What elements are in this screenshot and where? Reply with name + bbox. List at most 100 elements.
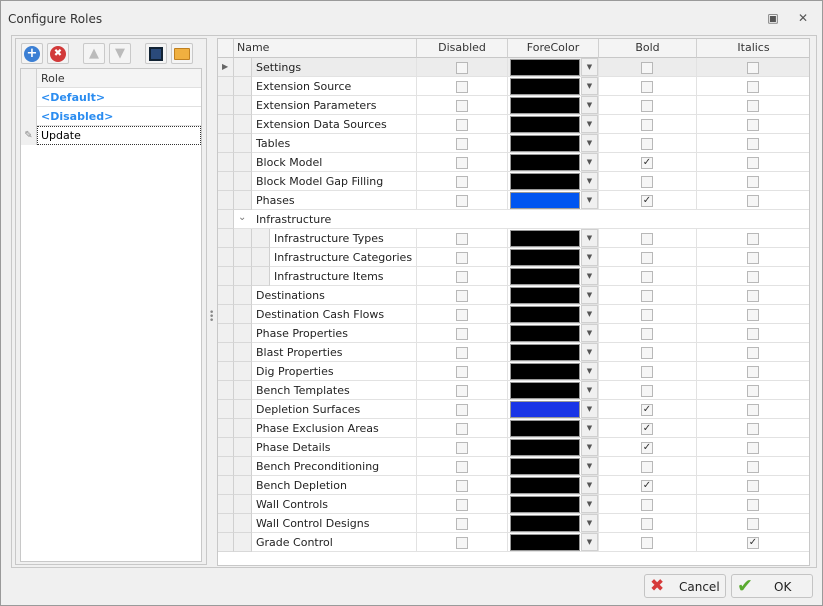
disabled-checkbox[interactable]: [456, 423, 468, 435]
grid-row[interactable]: Blast Properties ▼: [218, 343, 809, 362]
dropdown-arrow-icon[interactable]: ▼: [581, 514, 598, 532]
italics-checkbox[interactable]: [747, 423, 759, 435]
italics-checkbox[interactable]: [747, 252, 759, 264]
row-indicator[interactable]: [218, 400, 234, 419]
name-cell[interactable]: Tables: [252, 134, 417, 153]
forecolor-cell[interactable]: ▼: [508, 248, 599, 267]
bold-checkbox[interactable]: ✓: [641, 442, 653, 454]
forecolor-cell[interactable]: ▼: [508, 438, 599, 457]
color-swatch[interactable]: [510, 515, 580, 532]
bold-checkbox[interactable]: [641, 233, 653, 245]
grid-row[interactable]: Dig Properties ▼: [218, 362, 809, 381]
italics-checkbox[interactable]: [747, 347, 759, 359]
bold-checkbox[interactable]: [641, 309, 653, 321]
restore-icon[interactable]: ▣: [765, 10, 781, 26]
name-cell[interactable]: Bench Depletion: [252, 476, 417, 495]
disabled-checkbox[interactable]: [456, 290, 468, 302]
grid-row[interactable]: Phase Properties ▼: [218, 324, 809, 343]
grid-row[interactable]: Phase Exclusion Areas ▼ ✓: [218, 419, 809, 438]
color-swatch[interactable]: [510, 97, 580, 114]
italics-checkbox[interactable]: [747, 385, 759, 397]
forecolor-cell[interactable]: ▼: [508, 514, 599, 533]
bold-checkbox[interactable]: [641, 176, 653, 188]
italics-checkbox[interactable]: [747, 81, 759, 93]
grid-row[interactable]: Wall Control Designs ▼: [218, 514, 809, 533]
color-swatch[interactable]: [510, 287, 580, 304]
bold-checkbox[interactable]: [641, 100, 653, 112]
dropdown-arrow-icon[interactable]: ▼: [581, 229, 598, 247]
forecolor-cell[interactable]: ▼: [508, 362, 599, 381]
row-indicator[interactable]: [218, 495, 234, 514]
italics-checkbox[interactable]: [747, 366, 759, 378]
grid-row[interactable]: Block Model ▼ ✓: [218, 153, 809, 172]
grid-row[interactable]: Wall Controls ▼: [218, 495, 809, 514]
role-row[interactable]: <Disabled>: [21, 107, 201, 126]
row-indicator[interactable]: [218, 305, 234, 324]
name-cell[interactable]: Destination Cash Flows: [252, 305, 417, 324]
ok-button[interactable]: ✔ OK: [731, 574, 813, 598]
dropdown-arrow-icon[interactable]: ▼: [581, 533, 598, 551]
bold-checkbox[interactable]: ✓: [641, 480, 653, 492]
grid-row[interactable]: Block Model Gap Filling ▼: [218, 172, 809, 191]
disabled-checkbox[interactable]: [456, 499, 468, 511]
forecolor-cell[interactable]: ▼: [508, 115, 599, 134]
name-cell[interactable]: Extension Source: [252, 77, 417, 96]
row-indicator[interactable]: [218, 267, 234, 286]
row-indicator[interactable]: [218, 514, 234, 533]
row-indicator[interactable]: [218, 153, 234, 172]
name-cell[interactable]: Dig Properties: [252, 362, 417, 381]
bold-checkbox[interactable]: [641, 119, 653, 131]
bold-checkbox[interactable]: [641, 518, 653, 530]
italics-checkbox[interactable]: ✓: [747, 537, 759, 549]
forecolor-cell[interactable]: ▼: [508, 229, 599, 248]
bold-checkbox[interactable]: [641, 271, 653, 283]
role-column-header[interactable]: Role: [41, 72, 65, 85]
splitter-handle[interactable]: • • •: [209, 309, 214, 326]
name-cell[interactable]: Bench Preconditioning: [252, 457, 417, 476]
disabled-checkbox[interactable]: [456, 461, 468, 473]
bold-checkbox[interactable]: [641, 62, 653, 74]
bold-checkbox[interactable]: [641, 461, 653, 473]
role-row[interactable]: ✎: [21, 126, 201, 145]
column-header-forecolor[interactable]: ForeColor: [508, 39, 599, 58]
name-cell[interactable]: Wall Controls: [252, 495, 417, 514]
dropdown-arrow-icon[interactable]: ▼: [581, 362, 598, 380]
color-swatch[interactable]: [510, 306, 580, 323]
name-cell[interactable]: Phases: [252, 191, 417, 210]
grid-row[interactable]: Destinations ▼: [218, 286, 809, 305]
color-swatch[interactable]: [510, 477, 580, 494]
bold-checkbox[interactable]: ✓: [641, 157, 653, 169]
bold-checkbox[interactable]: [641, 252, 653, 264]
disabled-checkbox[interactable]: [456, 309, 468, 321]
forecolor-cell[interactable]: ▼: [508, 533, 599, 552]
dropdown-arrow-icon[interactable]: ▼: [581, 267, 598, 285]
dropdown-arrow-icon[interactable]: ▼: [581, 153, 598, 171]
row-indicator[interactable]: [218, 96, 234, 115]
color-swatch[interactable]: [510, 268, 580, 285]
italics-checkbox[interactable]: [747, 290, 759, 302]
dropdown-arrow-icon[interactable]: ▼: [581, 343, 598, 361]
row-indicator[interactable]: [218, 476, 234, 495]
italics-checkbox[interactable]: [747, 100, 759, 112]
disabled-checkbox[interactable]: [456, 537, 468, 549]
disabled-checkbox[interactable]: [456, 366, 468, 378]
column-header-name[interactable]: Name: [234, 39, 417, 58]
disabled-checkbox[interactable]: [456, 347, 468, 359]
grid-row[interactable]: Depletion Surfaces ▼ ✓: [218, 400, 809, 419]
disabled-checkbox[interactable]: [456, 518, 468, 530]
name-cell[interactable]: Phase Properties: [252, 324, 417, 343]
bold-checkbox[interactable]: [641, 537, 653, 549]
disabled-checkbox[interactable]: [456, 157, 468, 169]
color-swatch[interactable]: [510, 135, 580, 152]
bold-checkbox[interactable]: ✓: [641, 404, 653, 416]
color-swatch[interactable]: [510, 401, 580, 418]
color-swatch[interactable]: [510, 78, 580, 95]
name-cell[interactable]: Wall Control Designs: [252, 514, 417, 533]
column-header-bold[interactable]: Bold: [599, 39, 697, 58]
grid-row[interactable]: Infrastructure Items ▼: [218, 267, 809, 286]
name-cell[interactable]: Phase Details: [252, 438, 417, 457]
bold-checkbox[interactable]: [641, 138, 653, 150]
move-up-button[interactable]: ▲: [83, 43, 105, 64]
name-cell[interactable]: Infrastructure Items: [270, 267, 417, 286]
row-indicator[interactable]: [218, 248, 234, 267]
